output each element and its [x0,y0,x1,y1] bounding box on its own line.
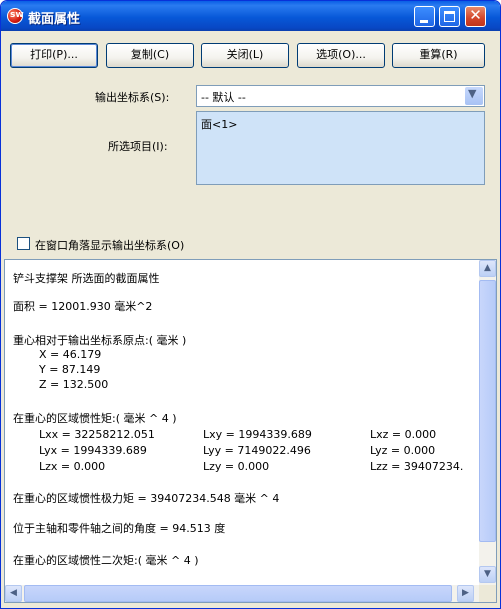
minimize-button[interactable] [414,6,435,27]
polar-moment: 在重心的区域惯性极力矩 = 39407234.548 毫米 ^ 4 [13,492,280,505]
principal-angle: 位于主轴和零件轴之间的角度 = 94.513 度 [13,522,226,535]
section-properties-window: sw 截面属性 ✕ 打印(P)... 复制(C) 关闭(L) 选项(O)... … [0,0,501,609]
show-cs-label[interactable]: 在窗口角落显示输出坐标系(O) [35,237,184,253]
chevron-down-icon: ▼ [468,87,477,100]
maximize-icon [444,11,455,22]
chevron-right-icon: ▶ [462,588,469,598]
close-window-button[interactable]: ✕ [465,6,486,27]
title-bar[interactable]: sw 截面属性 ✕ [1,1,500,31]
list-item[interactable]: 面<1> [201,116,237,132]
inertia-lyz: Lyz = 0.000 [370,444,436,457]
dropdown-button[interactable]: ▼ [465,87,483,105]
inertia-lxx: Lxx = 32258212.051 [39,428,155,441]
horizontal-scrollbar[interactable]: ◀ ▶ [5,585,479,602]
options-button[interactable]: 选项(O)... [297,43,385,68]
output-cs-select[interactable]: -- 默认 -- ▼ [196,85,485,107]
inertia-lzz: Lzz = 39407234. [370,460,464,473]
inertia-lyy: Lyy = 7149022.496 [203,444,311,457]
minimize-icon [420,20,428,23]
scroll-left-button[interactable]: ◀ [5,585,22,602]
vertical-scroll-thumb[interactable] [479,280,496,542]
maximize-button[interactable] [439,6,460,27]
output-cs-label: 输出坐标系(S): [95,91,170,104]
inertia-title: 在重心的区域惯性矩:( 毫米 ^ 4 ) [13,412,177,425]
selected-items-label: 所选项目(I): [108,140,168,153]
scrollbar-corner [479,585,496,602]
inertia-lxy: Lxy = 1994339.689 [203,428,312,441]
inertia-lzx: Lzx = 0.000 [39,460,106,473]
results-panel[interactable]: 铲斗支撑架 所选面的截面属性 面积 = 12001.930 毫米^2 重心相对于… [4,259,497,603]
selected-items-list[interactable]: 面<1> [196,111,485,185]
print-button[interactable]: 打印(P)... [10,43,98,68]
window-title: 截面属性 [28,12,81,27]
chevron-down-icon: ▼ [484,569,491,579]
chevron-up-icon: ▲ [484,263,491,273]
scroll-up-button[interactable]: ▲ [479,260,496,277]
scroll-down-button[interactable]: ▼ [479,566,496,583]
area-value: 面积 = 12001.930 毫米^2 [13,300,153,313]
copy-button[interactable]: 复制(C) [106,43,194,68]
vertical-scrollbar[interactable]: ▲ ▼ [479,260,496,585]
close-button[interactable]: 关闭(L) [201,43,289,68]
scroll-right-button[interactable]: ▶ [457,585,474,602]
solidworks-icon: sw [7,8,24,24]
inertia-lzy: Lzy = 0.000 [203,460,270,473]
output-cs-value: -- 默认 -- [201,91,246,104]
centroid-x: X = 46.179 [39,348,102,361]
recalculate-button[interactable]: 重算(R) [392,43,485,68]
second-moment-title: 在重心的区域惯性二次矩:( 毫米 ^ 4 ) [13,554,199,567]
horizontal-scroll-thumb[interactable] [24,585,452,602]
centroid-z: Z = 132.500 [39,378,109,391]
close-icon: ✕ [469,6,482,24]
results-header: 铲斗支撑架 所选面的截面属性 [13,272,160,285]
show-cs-checkbox[interactable] [17,237,30,250]
centroid-title: 重心相对于输出坐标系原点:( 毫米 ) [13,334,187,347]
inertia-lxz: Lxz = 0.000 [370,428,437,441]
chevron-left-icon: ◀ [10,588,17,598]
inertia-lyx: Lyx = 1994339.689 [39,444,147,457]
centroid-y: Y = 87.149 [39,363,101,376]
